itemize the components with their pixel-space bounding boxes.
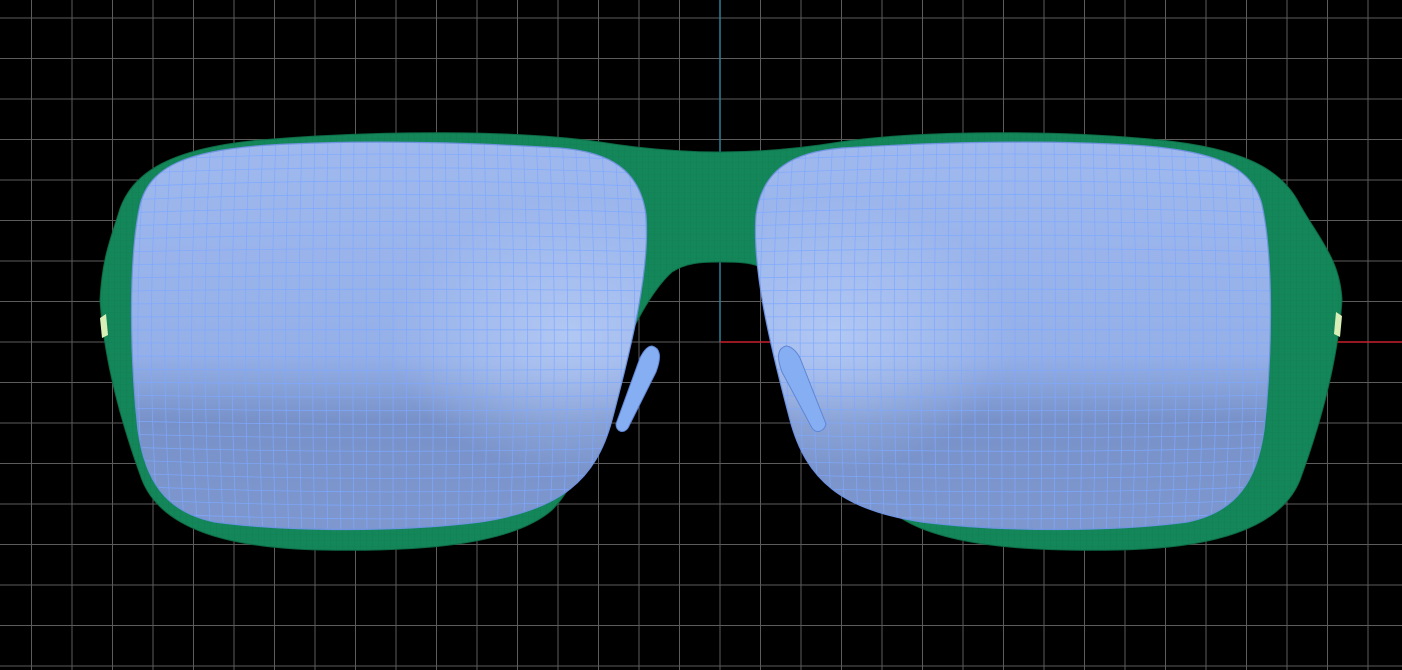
- 3d-viewport[interactable]: [0, 0, 1402, 670]
- lens-right[interactable]: [733, 127, 1284, 546]
- sunglasses-model[interactable]: [99, 127, 1343, 551]
- lens-left[interactable]: [111, 127, 662, 546]
- viewport-scene[interactable]: [0, 0, 1402, 670]
